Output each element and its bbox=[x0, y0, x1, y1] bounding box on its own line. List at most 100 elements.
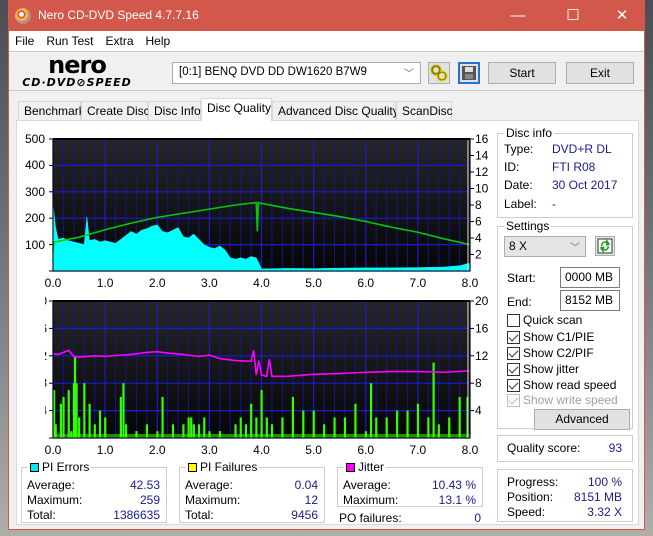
pi-failures-bar bbox=[291, 396, 294, 438]
x-tick-label: 0.0 bbox=[45, 276, 62, 290]
pi-failures-bar bbox=[260, 390, 263, 438]
toolbar: nero CD·DVD⊘SPEED [0:1] BENQ DVD DD DW16… bbox=[9, 51, 644, 91]
x-tick-label: 6.0 bbox=[357, 276, 374, 290]
logo-cd-dvd-speed-text: CD·DVD⊘SPEED bbox=[22, 76, 132, 89]
pi-errors-maximum-label: Maximum: bbox=[27, 493, 83, 507]
disc-label-label: Label: bbox=[504, 197, 537, 211]
disc-type-label: Type: bbox=[504, 142, 534, 156]
settings-title: Settings bbox=[504, 219, 552, 233]
speed-value: 3.32 X bbox=[587, 505, 622, 519]
pi-failures-bar bbox=[119, 396, 122, 438]
checkbox-box[interactable] bbox=[507, 330, 520, 344]
pi-failures-bar bbox=[62, 396, 65, 438]
pi-failures-bar bbox=[312, 410, 315, 438]
menu-extra[interactable]: Extra bbox=[99, 31, 139, 48]
pi-failures-bar bbox=[67, 390, 70, 438]
pi-errors-group: PI Errors Average: 42.53 Maximum: 259 To… bbox=[21, 460, 167, 523]
pi-failures-maximum-value: 12 bbox=[304, 493, 318, 507]
drive-select[interactable]: [0:1] BENQ DVD DD DW1620 B7W9 ﹀ bbox=[172, 62, 421, 84]
maximize-button[interactable]: ☐ bbox=[550, 4, 596, 28]
pi-errors-average-label: Average: bbox=[27, 478, 75, 492]
y-tick-label-right: 16 bbox=[475, 132, 489, 146]
disc-date-value: 30 Oct 2017 bbox=[552, 178, 618, 192]
y-tick-label-right: 14 bbox=[475, 149, 489, 163]
pi-failures-title: PI Failures bbox=[186, 460, 260, 474]
nero-app-icon bbox=[15, 8, 31, 24]
speed-select[interactable]: 8 X ﹀ bbox=[504, 236, 586, 257]
tab-create-disc[interactable]: Create Disc bbox=[81, 101, 150, 121]
show-c1-pie-checkbox[interactable]: Show C1/PIE bbox=[507, 330, 594, 344]
progress-value: 100 % bbox=[587, 475, 622, 489]
y-tick-label-left: 16 bbox=[45, 321, 47, 335]
tab-disc-quality[interactable]: Disc Quality bbox=[201, 98, 272, 121]
progress-group: Progress: 100 % Position: 8151 MB Speed:… bbox=[497, 469, 633, 522]
pi-failures-total-label: Total: bbox=[185, 508, 214, 522]
tab-benchmark[interactable]: Benchmark bbox=[18, 101, 85, 121]
pi-failures-maximum-label: Maximum: bbox=[185, 493, 241, 507]
checkbox-box[interactable] bbox=[507, 346, 520, 360]
settings-group: Settings 8 X ﹀ Start: 0000 MB End: 8152 … bbox=[497, 219, 633, 430]
start-input[interactable]: 0000 MB bbox=[560, 267, 620, 288]
x-tick-label: 5.0 bbox=[305, 443, 322, 457]
drive-settings-button[interactable] bbox=[428, 62, 450, 84]
advanced-button[interactable]: Advanced bbox=[534, 409, 630, 430]
quick-scan-checkbox[interactable]: Quick scan bbox=[507, 313, 582, 327]
jitter-average-label: Average: bbox=[343, 478, 391, 492]
tab-scandisc[interactable]: ScanDisc bbox=[396, 101, 453, 121]
po-failures-value: 0 bbox=[474, 511, 481, 525]
checkbox-label: Show C2/PIF bbox=[523, 346, 594, 360]
disc-id-label: ID: bbox=[504, 160, 520, 174]
x-tick-label: 0.0 bbox=[45, 443, 62, 457]
x-tick-label: 4.0 bbox=[253, 276, 270, 290]
checkbox-box[interactable] bbox=[507, 378, 520, 392]
jitter-group: Jitter Average: 10.43 % Maximum: 13.1 % bbox=[337, 460, 483, 507]
save-button[interactable] bbox=[458, 62, 480, 84]
show-c2-pif-checkbox[interactable]: Show C2/PIF bbox=[507, 346, 594, 360]
pi-failures-bar bbox=[416, 403, 420, 438]
pi-failures-average-label: Average: bbox=[185, 478, 233, 492]
position-label: Position: bbox=[507, 490, 554, 504]
checkbox-label: Quick scan bbox=[523, 313, 583, 327]
y-tick-label-right: 6 bbox=[475, 215, 482, 229]
menu-run-test[interactable]: Run Test bbox=[40, 31, 99, 48]
tab-disc-info[interactable]: Disc Info bbox=[148, 101, 201, 121]
checkbox-box[interactable] bbox=[507, 313, 520, 327]
exit-button[interactable]: Exit bbox=[566, 62, 634, 84]
checkbox-box[interactable] bbox=[507, 362, 520, 376]
show-write-speed-checkbox: Show write speed bbox=[507, 393, 618, 407]
y-tick-label-right: 12 bbox=[475, 165, 489, 179]
x-tick-label: 4.0 bbox=[253, 443, 270, 457]
jitter-average-value: 10.43 % bbox=[431, 478, 476, 492]
y-tick-label-left: 4 bbox=[45, 404, 47, 418]
jitter-swatch bbox=[346, 462, 355, 472]
close-button[interactable]: ✕ bbox=[599, 4, 645, 28]
disc-quality-panel: 500 400 300 200 100 0.0 1.0 2.0 3.0 4.0 5.0 6.… bbox=[16, 120, 639, 525]
x-tick-label: 8.0 bbox=[462, 443, 479, 457]
show-read-speed-checkbox[interactable]: Show read speed bbox=[507, 378, 616, 392]
pi-errors-maximum-value: 259 bbox=[139, 493, 160, 507]
checkbox-label: Show write speed bbox=[523, 393, 618, 407]
y-tick-label-right: 12 bbox=[475, 349, 489, 363]
show-jitter-checkbox[interactable]: Show jitter bbox=[507, 362, 579, 376]
end-input[interactable]: 8152 MB bbox=[560, 290, 620, 311]
pi-failures-bar bbox=[161, 396, 164, 438]
menu-help[interactable]: Help bbox=[140, 31, 177, 48]
title-bar[interactable]: Nero CD-DVD Speed 4.7.7.16 — ☐ ✕ bbox=[9, 0, 644, 31]
refresh-icon bbox=[597, 238, 613, 254]
tab-advanced-disc-quality[interactable]: Advanced Disc Quality bbox=[272, 101, 399, 121]
x-tick-label: 2.0 bbox=[149, 443, 166, 457]
speed-label: Speed: bbox=[507, 505, 546, 519]
quality-score-group: Quality score: 93 bbox=[497, 435, 633, 462]
start-button[interactable]: Start bbox=[488, 62, 556, 84]
menu-bar: File Run Test Extra Help bbox=[9, 31, 644, 51]
pi-failures-bar bbox=[432, 362, 435, 438]
menu-file[interactable]: File bbox=[9, 31, 40, 48]
minimize-button[interactable]: — bbox=[495, 4, 541, 28]
pi-failures-baseline bbox=[53, 434, 470, 438]
quality-score-value: 93 bbox=[608, 441, 622, 455]
x-tick-label: 7.0 bbox=[410, 276, 427, 290]
y-tick-label-right: 8 bbox=[475, 198, 482, 212]
window-title: Nero CD-DVD Speed 4.7.7.16 bbox=[38, 8, 199, 22]
refresh-speed-button[interactable] bbox=[595, 236, 615, 256]
pi-errors-average-value: 42.53 bbox=[129, 478, 160, 492]
